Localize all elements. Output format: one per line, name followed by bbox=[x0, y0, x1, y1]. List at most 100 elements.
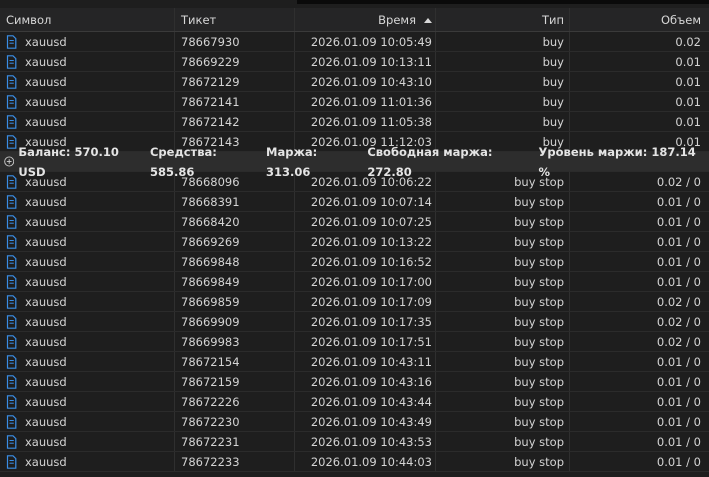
ticket-cell: 78672141 bbox=[175, 92, 295, 111]
type-cell: buy stop bbox=[436, 352, 570, 371]
symbol-text: xauusd bbox=[25, 294, 67, 309]
position-document-icon bbox=[6, 294, 17, 309]
symbol-text: xauusd bbox=[25, 214, 67, 229]
position-row[interactable]: xauusd 78672141 2026.01.09 11:01:36 buy 0.01 bbox=[0, 92, 709, 112]
volume-cell: 0.02 bbox=[675, 35, 701, 49]
ticket-cell: 78672159 bbox=[175, 372, 295, 391]
time-cell: 2026.01.09 10:17:09 bbox=[295, 292, 436, 311]
column-header-time[interactable]: Время bbox=[295, 8, 436, 31]
symbol-cell: xauusd bbox=[0, 252, 175, 271]
symbol-text: xauusd bbox=[25, 54, 67, 69]
top-strip-dark bbox=[297, 0, 709, 4]
order-row[interactable]: xauusd 78669848 2026.01.09 10:16:52 buy sto… bbox=[0, 252, 709, 272]
position-document-icon bbox=[6, 54, 17, 69]
volume-cell: 0.02 / 0 bbox=[656, 295, 701, 309]
order-row[interactable]: xauusd 78668391 2026.01.09 10:07:14 buy sto… bbox=[0, 192, 709, 212]
symbol-text: xauusd bbox=[25, 234, 67, 249]
type-cell: buy stop bbox=[436, 192, 570, 211]
volume-cell: 0.01 bbox=[675, 95, 701, 109]
order-row[interactable]: xauusd 78669909 2026.01.09 10:17:35 buy sto… bbox=[0, 312, 709, 332]
ticket-cell: 78669269 bbox=[175, 232, 295, 251]
time-cell: 2026.01.09 10:43:49 bbox=[295, 412, 436, 431]
time-cell: 2026.01.09 10:05:49 bbox=[295, 32, 436, 51]
ticket-cell: 78672142 bbox=[175, 112, 295, 131]
position-row[interactable]: xauusd 78667930 2026.01.09 10:05:49 buy 0.02 bbox=[0, 32, 709, 52]
position-document-icon bbox=[6, 174, 17, 189]
order-row[interactable]: xauusd 78668420 2026.01.09 10:07:25 buy sto… bbox=[0, 212, 709, 232]
symbol-text: xauusd bbox=[25, 434, 67, 449]
symbol-cell: xauusd bbox=[0, 432, 175, 451]
volume-cell: 0.01 / 0 bbox=[656, 215, 701, 229]
position-row[interactable]: xauusd 78672142 2026.01.09 11:05:38 buy 0.01 bbox=[0, 112, 709, 132]
symbol-text: xauusd bbox=[25, 94, 67, 109]
symbol-text: xauusd bbox=[25, 174, 67, 189]
order-row[interactable]: xauusd 78672231 2026.01.09 10:43:53 buy sto… bbox=[0, 432, 709, 452]
type-cell: buy stop bbox=[436, 212, 570, 231]
orders-list: xauusd 78668096 2026.01.09 10:06:22 buy sto… bbox=[0, 172, 709, 472]
time-cell: 2026.01.09 10:16:52 bbox=[295, 252, 436, 271]
volume-cell: 0.01 / 0 bbox=[656, 395, 701, 409]
order-row[interactable]: xauusd 78672230 2026.01.09 10:43:49 buy sto… bbox=[0, 412, 709, 432]
time-cell: 2026.01.09 10:13:22 bbox=[295, 232, 436, 251]
expand-plus-icon[interactable] bbox=[4, 156, 15, 167]
symbol-cell: xauusd bbox=[0, 232, 175, 251]
type-cell: buy bbox=[436, 72, 570, 91]
volume-cell: 0.01 / 0 bbox=[656, 275, 701, 289]
ticket-cell: 78668420 bbox=[175, 212, 295, 231]
symbol-cell: xauusd bbox=[0, 32, 175, 51]
position-row[interactable]: xauusd 78669229 2026.01.09 10:13:11 buy 0.01 bbox=[0, 52, 709, 72]
order-row[interactable]: xauusd 78669269 2026.01.09 10:13:22 buy sto… bbox=[0, 232, 709, 252]
type-cell: buy stop bbox=[436, 172, 570, 191]
order-row[interactable]: xauusd 78672154 2026.01.09 10:43:11 buy sto… bbox=[0, 352, 709, 372]
time-cell: 2026.01.09 10:43:11 bbox=[295, 352, 436, 371]
type-cell: buy bbox=[436, 32, 570, 51]
volume-cell: 0.01 / 0 bbox=[656, 255, 701, 269]
order-row[interactable]: xauusd 78669849 2026.01.09 10:17:00 buy sto… bbox=[0, 272, 709, 292]
symbol-cell: xauusd bbox=[0, 112, 175, 131]
ticket-cell: 78668096 bbox=[175, 172, 295, 191]
volume-cell: 0.01 bbox=[675, 75, 701, 89]
symbol-cell: xauusd bbox=[0, 72, 175, 91]
order-row[interactable]: xauusd 78672226 2026.01.09 10:43:44 buy sto… bbox=[0, 392, 709, 412]
symbol-cell: xauusd bbox=[0, 92, 175, 111]
symbol-cell: xauusd bbox=[0, 392, 175, 411]
ticket-cell: 78669909 bbox=[175, 312, 295, 331]
symbol-text: xauusd bbox=[25, 194, 67, 209]
symbol-cell: xauusd bbox=[0, 452, 175, 471]
position-document-icon bbox=[6, 74, 17, 89]
ticket-cell: 78672226 bbox=[175, 392, 295, 411]
position-document-icon bbox=[6, 214, 17, 229]
position-row[interactable]: xauusd 78672129 2026.01.09 10:43:10 buy 0.01 bbox=[0, 72, 709, 92]
order-row[interactable]: xauusd 78668096 2026.01.09 10:06:22 buy sto… bbox=[0, 172, 709, 192]
position-document-icon bbox=[6, 334, 17, 349]
order-row[interactable]: xauusd 78669859 2026.01.09 10:17:09 buy sto… bbox=[0, 292, 709, 312]
ticket-cell: 78669983 bbox=[175, 332, 295, 351]
position-document-icon bbox=[6, 234, 17, 249]
column-header-ticket[interactable]: Тикет bbox=[175, 8, 295, 31]
volume-cell: 0.01 / 0 bbox=[656, 235, 701, 249]
type-cell: buy stop bbox=[436, 252, 570, 271]
order-row[interactable]: xauusd 78669983 2026.01.09 10:17:51 buy sto… bbox=[0, 332, 709, 352]
type-cell: buy bbox=[436, 112, 570, 131]
symbol-cell: xauusd bbox=[0, 372, 175, 391]
ticket-cell: 78668391 bbox=[175, 192, 295, 211]
column-header-symbol[interactable]: Символ bbox=[0, 8, 175, 31]
type-cell: buy bbox=[436, 92, 570, 111]
column-header-volume[interactable]: Объем bbox=[570, 8, 709, 31]
type-cell: buy stop bbox=[436, 232, 570, 251]
volume-cell: 0.01 / 0 bbox=[656, 375, 701, 389]
order-row[interactable]: xauusd 78672159 2026.01.09 10:43:16 buy sto… bbox=[0, 372, 709, 392]
order-row[interactable]: xauusd 78672233 2026.01.09 10:44:03 buy sto… bbox=[0, 452, 709, 472]
position-document-icon bbox=[6, 434, 17, 449]
time-cell: 2026.01.09 10:43:53 bbox=[295, 432, 436, 451]
position-document-icon bbox=[6, 314, 17, 329]
ticket-cell: 78672231 bbox=[175, 432, 295, 451]
volume-cell: 0.01 / 0 bbox=[656, 195, 701, 209]
column-header-type[interactable]: Тип bbox=[436, 8, 570, 31]
account-summary-row[interactable]: Баланс: 570.10 USD Средства: 585.86 Марж… bbox=[0, 145, 709, 179]
time-cell: 2026.01.09 10:06:22 bbox=[295, 172, 436, 191]
symbol-cell: xauusd bbox=[0, 52, 175, 71]
symbol-cell: xauusd bbox=[0, 192, 175, 211]
symbol-cell: xauusd bbox=[0, 292, 175, 311]
symbol-text: xauusd bbox=[25, 114, 67, 129]
